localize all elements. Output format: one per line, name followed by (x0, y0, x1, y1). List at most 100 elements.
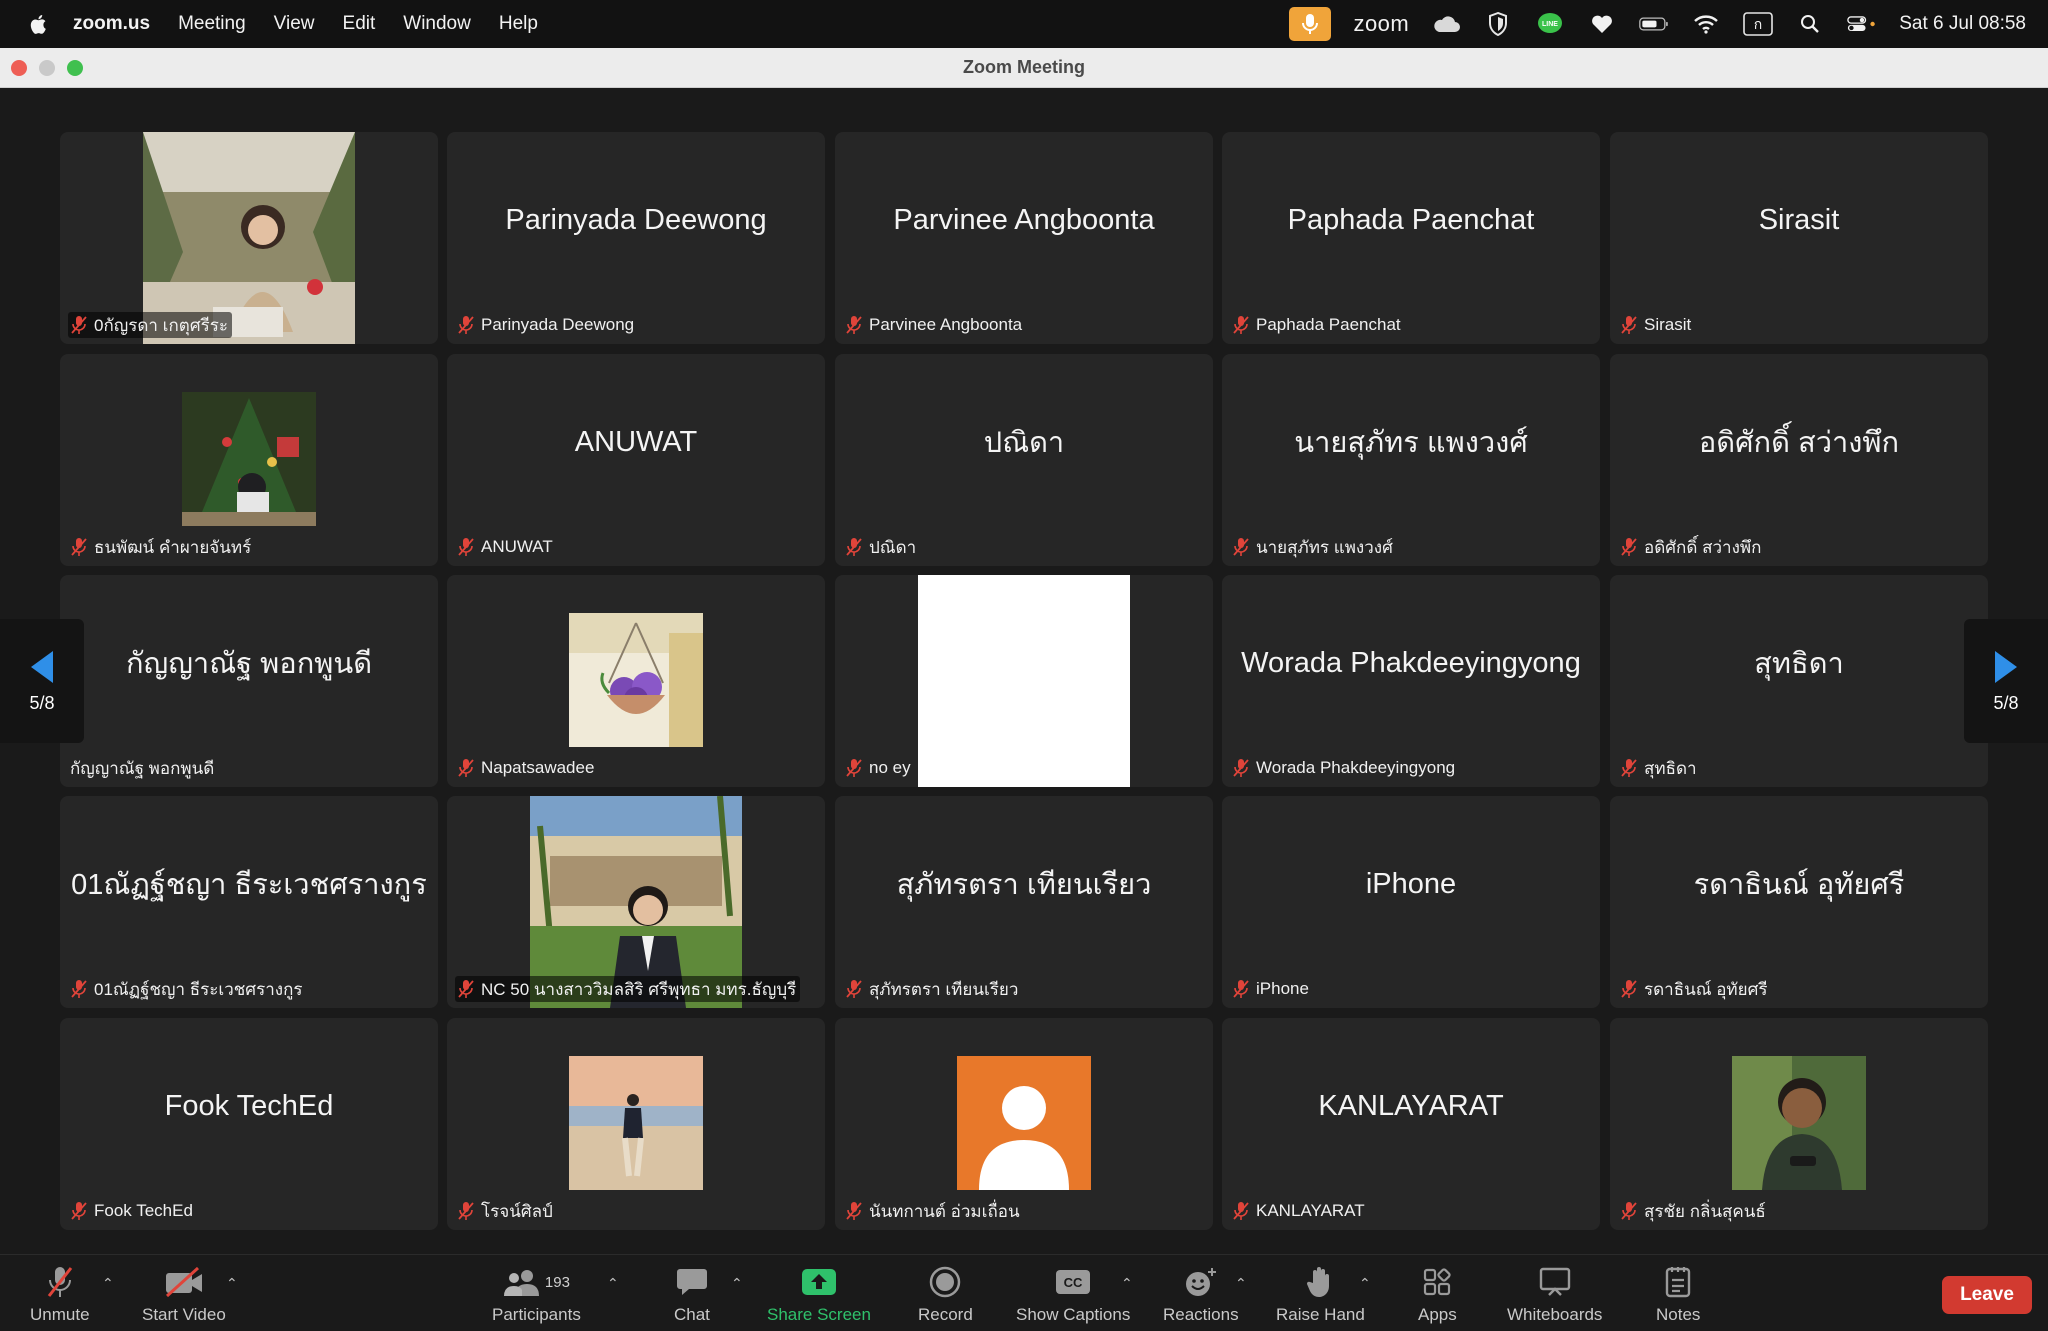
participants-button[interactable]: 193 Participants (492, 1263, 581, 1325)
participant-tile[interactable]: KANLAYARAT KANLAYARAT (1222, 1018, 1600, 1230)
arrow-right-icon (1995, 650, 2017, 683)
participant-name: NC 50 นางสาววิมลสิริ ศรีพุทธา มทร.ธัญบุร… (481, 979, 797, 999)
arrow-left-icon (31, 650, 53, 683)
participant-display-name: ปณิดา (983, 427, 1065, 459)
show-captions-button[interactable]: CC Show Captions (1016, 1263, 1130, 1325)
participant-tile[interactable]: ANUWAT ANUWAT (447, 354, 825, 566)
audio-options-caret[interactable]: ⌃ (102, 1275, 114, 1292)
muted-mic-icon (1621, 759, 1637, 777)
chat-options-caret[interactable]: ⌃ (731, 1275, 743, 1292)
muted-mic-icon (458, 316, 474, 334)
unmute-button[interactable]: Unmute (30, 1263, 90, 1325)
reactions-label: Reactions (1163, 1305, 1239, 1324)
menubar-clock[interactable]: Sat 6 Jul 08:58 (1899, 13, 2026, 35)
page-indicator: 5/8 (1993, 692, 2019, 713)
participant-name-label: 01ณัฏฐ์ชญา ธีระเวชศรางกูร (68, 976, 307, 1002)
app-menu-zoom[interactable]: zoom.us (73, 13, 150, 35)
chat-label: Chat (674, 1305, 710, 1324)
participant-name-label: no ey (843, 755, 915, 781)
cloud-icon[interactable] (1431, 11, 1461, 37)
participant-tile[interactable]: Fook TechEd Fook TechEd (60, 1018, 438, 1230)
apps-button[interactable]: Apps (1418, 1263, 1457, 1325)
participant-tile[interactable]: อดิศักดิ์ สว่างพึก อดิศักดิ์ สว่างพึก (1610, 354, 1988, 566)
whiteboards-button[interactable]: Whiteboards (1507, 1263, 1602, 1325)
input-source-icon[interactable]: ก (1743, 11, 1774, 37)
participant-tile[interactable]: รดาธินณ์ อุทัยศรี รดาธินณ์ อุทัยศรี (1610, 796, 1988, 1008)
captions-badge-text: CC (1064, 1275, 1083, 1290)
participant-tile[interactable]: Parvinee Angboonta Parvinee Angboonta (835, 132, 1213, 344)
participant-tile[interactable]: Sirasit Sirasit (1610, 132, 1988, 344)
participant-tile[interactable]: ปณิดา ปณิดา (835, 354, 1213, 566)
menu-help[interactable]: Help (499, 13, 538, 35)
participant-tile[interactable]: สุรชัย กลิ่นสุคนธ์ (1610, 1018, 1988, 1230)
participant-tile[interactable]: 01ณัฏฐ์ชญา ธีระเวชศรางกูร 01ณัฏฐ์ชญา ธีร… (60, 796, 438, 1008)
start-video-button[interactable]: Start Video (142, 1263, 226, 1325)
participant-name-label: 0กัญรดา เกตุศรีระ (68, 312, 232, 338)
shield-icon[interactable] (1483, 11, 1513, 37)
reactions-button[interactable]: Reactions (1163, 1263, 1239, 1325)
participant-tile[interactable]: NC 50 นางสาววิมลสิริ ศรีพุทธา มทร.ธัญบุร… (447, 796, 825, 1008)
participant-tile[interactable]: iPhone iPhone (1222, 796, 1600, 1008)
participant-tile[interactable]: นันทกานต์ อ่วมเถื่อน (835, 1018, 1213, 1230)
heart-icon[interactable] (1587, 11, 1617, 37)
leave-button[interactable]: Leave (1942, 1276, 2032, 1314)
previous-page-button[interactable]: 5/8 (0, 619, 84, 743)
muted-mic-icon (458, 538, 474, 556)
apps-label: Apps (1418, 1305, 1457, 1324)
participant-video-blank (918, 575, 1130, 787)
next-page-button[interactable]: 5/8 (1964, 619, 2048, 743)
muted-mic-icon (1233, 980, 1249, 998)
participant-tile[interactable]: Paphada Paenchat Paphada Paenchat (1222, 132, 1600, 344)
record-button[interactable]: Record (918, 1263, 973, 1325)
participant-name: KANLAYARAT (1256, 1201, 1365, 1220)
participant-tile[interactable]: สุภัทรตรา เทียนเรียว สุภัทรตรา เทียนเรีย… (835, 796, 1213, 1008)
window-title-bar[interactable]: Zoom Meeting (0, 48, 2048, 88)
participant-tile[interactable]: สุทธิดา สุทธิดา (1610, 575, 1988, 787)
menu-view[interactable]: View (274, 13, 315, 35)
wifi-icon[interactable] (1691, 11, 1721, 37)
participant-tile[interactable]: 0กัญรดา เกตุศรีระ (60, 132, 438, 344)
participant-video-photo (569, 1056, 703, 1190)
participant-display-name: นายสุภัทร แพงวงศ์ (1294, 427, 1528, 459)
participant-tile[interactable]: ธนพัฒน์ คำผายจันทร์ (60, 354, 438, 566)
apple-logo-icon[interactable] (27, 12, 51, 36)
battery-icon[interactable] (1639, 11, 1669, 37)
participant-name-label: ธนพัฒน์ คำผายจันทร์ (68, 534, 255, 560)
raise-hand-button[interactable]: Raise Hand (1276, 1263, 1365, 1325)
participant-tile[interactable]: no ey (835, 575, 1213, 787)
participant-name: สุภัทรตรา เทียนเรียว (869, 979, 1019, 999)
muted-mic-icon (1233, 538, 1249, 556)
video-options-caret[interactable]: ⌃ (226, 1275, 238, 1292)
muted-mic-icon (846, 759, 862, 777)
zoom-mic-status-icon[interactable] (1289, 7, 1332, 41)
participant-display-name: Fook TechEd (164, 1089, 334, 1122)
participant-tile[interactable]: Parinyada Deewong Parinyada Deewong (447, 132, 825, 344)
line-app-icon[interactable]: LINE (1535, 11, 1565, 37)
participant-name: no ey (869, 758, 911, 777)
muted-mic-icon (1621, 1202, 1637, 1220)
participant-name-label: กัญญาณัฐ พอกพูนดี (68, 755, 218, 781)
captions-options-caret[interactable]: ⌃ (1121, 1275, 1133, 1292)
zoom-status-text[interactable]: zoom (1353, 11, 1409, 37)
reactions-options-caret[interactable]: ⌃ (1235, 1275, 1247, 1292)
menu-edit[interactable]: Edit (343, 13, 376, 35)
participant-tile[interactable]: Worada Phakdeeyingyong Worada Phakdeeyin… (1222, 575, 1600, 787)
participant-tile[interactable]: โรจน์ศิลป์ (447, 1018, 825, 1230)
participant-tile[interactable]: นายสุภัทร แพงวงศ์ นายสุภัทร แพงวงศ์ (1222, 354, 1600, 566)
participant-tile[interactable]: Napatsawadee (447, 575, 825, 787)
raise-hand-options-caret[interactable]: ⌃ (1359, 1275, 1371, 1292)
chat-button[interactable]: Chat (674, 1263, 710, 1325)
participant-name-label: Parinyada Deewong (455, 312, 638, 338)
share-screen-button[interactable]: Share Screen (767, 1263, 871, 1325)
spotlight-search-icon[interactable] (1795, 11, 1825, 37)
participant-name: ปณิดา (869, 537, 917, 557)
menu-window[interactable]: Window (403, 13, 471, 35)
control-center-icon[interactable] (1847, 11, 1877, 37)
participant-tile[interactable]: กัญญาณัฐ พอกพูนดี กัญญาณัฐ พอกพูนดี (60, 575, 438, 787)
participant-name: นายสุภัทร แพงวงศ์ (1256, 537, 1393, 557)
notes-button[interactable]: Notes (1656, 1263, 1700, 1325)
menu-meeting[interactable]: Meeting (178, 13, 246, 35)
participant-name: Sirasit (1644, 315, 1692, 334)
participant-name-label: Paphada Paenchat (1230, 312, 1405, 338)
participants-options-caret[interactable]: ⌃ (607, 1275, 619, 1292)
